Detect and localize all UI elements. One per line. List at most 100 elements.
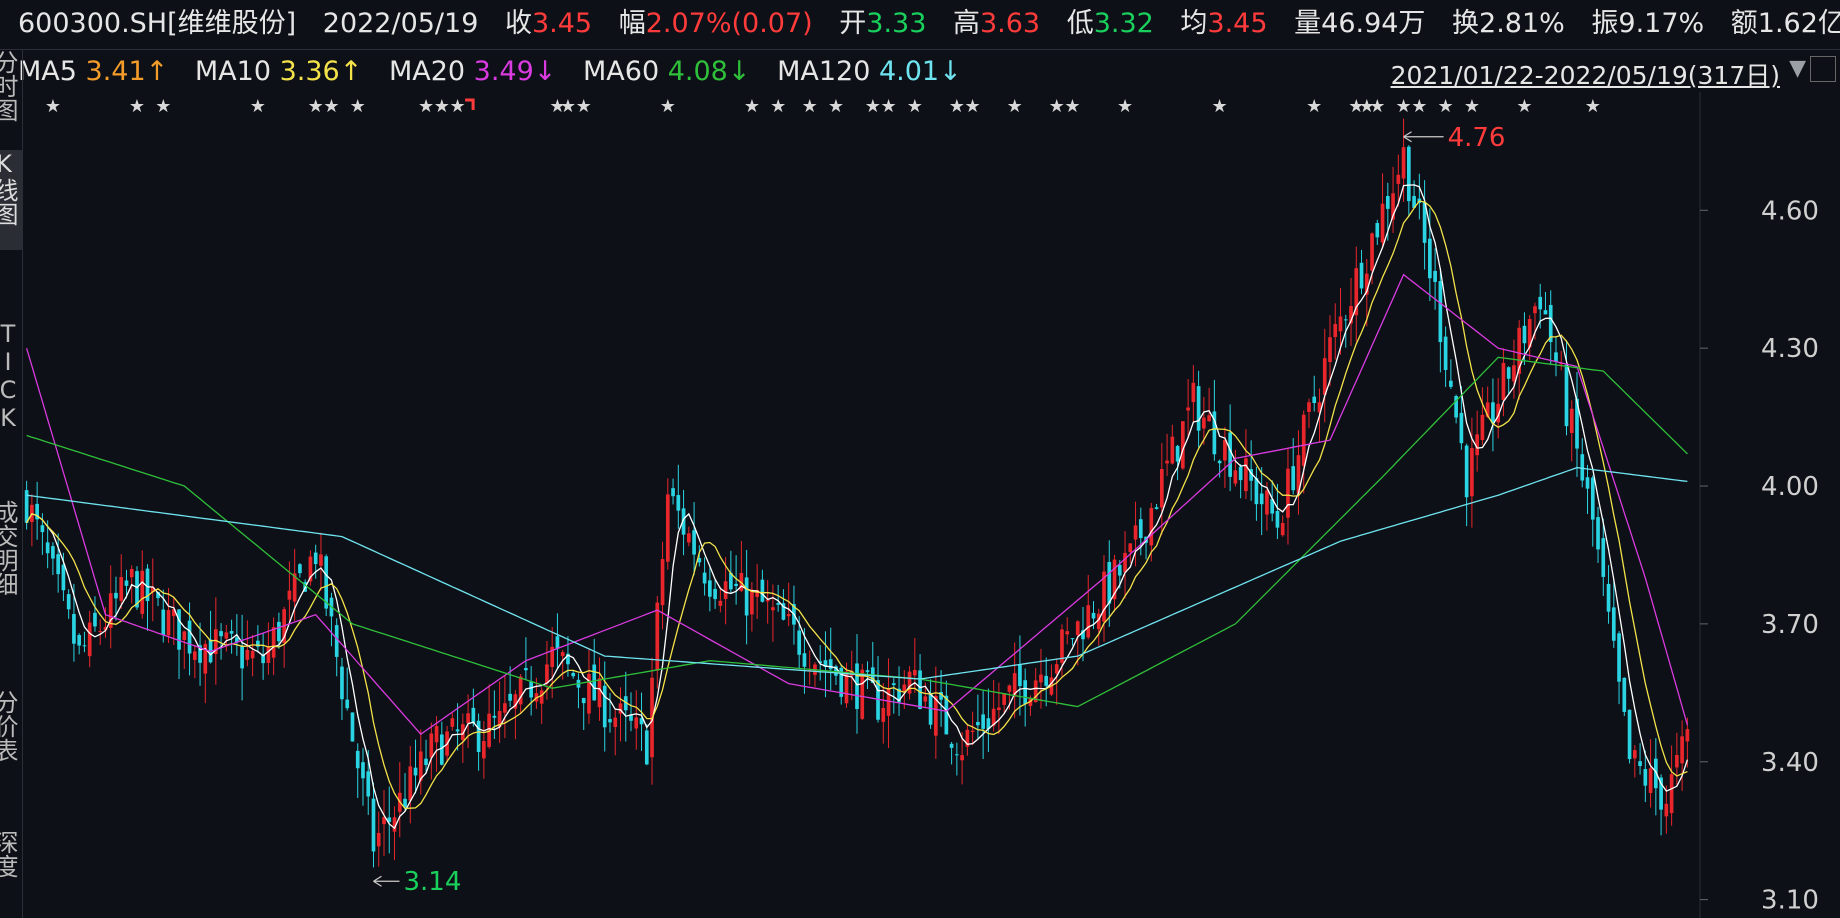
candle-body xyxy=(1611,607,1616,641)
candle-body xyxy=(976,722,980,726)
candle-body xyxy=(1075,621,1080,636)
candle-body xyxy=(886,688,891,716)
candle-body xyxy=(734,583,738,587)
candle-body xyxy=(1280,523,1285,536)
y-tick-label: 3.40 xyxy=(1761,748,1819,778)
candle-body xyxy=(1217,460,1222,464)
candle-body xyxy=(1091,612,1096,619)
candle-body xyxy=(371,798,376,852)
candle-body xyxy=(828,659,833,670)
star-marker: ★ xyxy=(45,96,61,117)
star-marker: ★ xyxy=(434,96,450,117)
candle-body xyxy=(1480,414,1485,441)
candle-body xyxy=(1627,709,1632,760)
candle-body xyxy=(1590,477,1595,520)
star-marker: ★ xyxy=(880,96,896,117)
candle-body xyxy=(592,664,597,701)
candle-body xyxy=(1564,364,1569,427)
candle-body xyxy=(1606,583,1611,612)
candle-body xyxy=(1002,693,1006,705)
star-marker: ★ xyxy=(576,96,592,117)
candle-body xyxy=(1286,468,1290,518)
candle-body xyxy=(539,690,544,704)
candle-body xyxy=(1643,769,1648,786)
candle-body xyxy=(1181,421,1185,469)
candle-body xyxy=(1512,365,1516,382)
candle-body xyxy=(571,672,576,677)
candle-body xyxy=(1254,478,1259,505)
candle-body xyxy=(82,645,87,647)
candle-body xyxy=(597,678,602,708)
candle-body xyxy=(345,699,350,709)
candle-body xyxy=(1680,736,1684,764)
candle-body xyxy=(1023,680,1028,705)
candle-body xyxy=(476,720,481,753)
candle-body xyxy=(119,577,124,601)
candle-body xyxy=(1401,147,1406,179)
candle-body xyxy=(129,568,134,578)
star-marker: ★ xyxy=(1117,96,1133,117)
candle-body xyxy=(1107,562,1112,604)
candle-body xyxy=(1459,412,1464,444)
candle-body xyxy=(1396,174,1401,184)
candle-body xyxy=(114,592,118,599)
candle-body xyxy=(634,717,639,729)
flag-marker xyxy=(465,98,475,110)
candle-body xyxy=(1065,631,1070,635)
candle-body xyxy=(1291,466,1296,491)
kline-chart[interactable]: 4.604.304.003.703.403.10 ★ ★ ★ ★ ★ ★ ★ ★ ★ ★ ★★ ★ ★ ★… xyxy=(0,0,1840,918)
candle-body xyxy=(93,612,97,627)
candle-body xyxy=(1322,358,1327,395)
star-marker: ★ xyxy=(350,96,366,117)
candle-body xyxy=(560,652,565,657)
candle-body xyxy=(997,707,1001,711)
candle-body xyxy=(1533,306,1537,314)
candle-body xyxy=(424,758,428,766)
candle-body xyxy=(944,695,949,735)
candle-body xyxy=(1622,677,1627,712)
star-marker: ★ xyxy=(1585,96,1601,117)
candle-body xyxy=(408,766,413,801)
candle-body xyxy=(298,564,302,574)
candle-body xyxy=(923,696,928,702)
candle-body xyxy=(287,590,292,600)
star-marker: ★ xyxy=(1396,96,1412,117)
candle-body xyxy=(1470,448,1474,497)
star-marker: ★ xyxy=(949,96,965,117)
candle-body xyxy=(1170,436,1175,464)
candle-body xyxy=(355,750,360,769)
candle-body xyxy=(271,627,276,658)
star-marker: ★ xyxy=(828,96,844,117)
candle-body xyxy=(1506,367,1511,379)
candle-body xyxy=(72,614,76,644)
y-tick-label: 4.30 xyxy=(1761,334,1819,364)
candle-body xyxy=(1307,402,1311,412)
candle-body xyxy=(1018,664,1022,687)
candle-body xyxy=(529,681,533,698)
candle-body xyxy=(802,653,807,667)
candle-body xyxy=(744,577,749,616)
candle-body xyxy=(51,546,55,559)
candle-body xyxy=(1123,552,1127,573)
star-marker: ★ xyxy=(250,96,266,117)
high-price-label: 4.76 xyxy=(1448,123,1506,153)
candle-body xyxy=(686,533,691,543)
candle-body xyxy=(1538,296,1543,310)
candle-body xyxy=(949,743,954,748)
candle-body xyxy=(56,554,61,575)
candle-body xyxy=(224,632,229,639)
star-marker: ★ xyxy=(1369,96,1385,117)
candle-body xyxy=(1117,564,1122,576)
candle-body xyxy=(429,733,434,758)
candle-body xyxy=(313,552,318,565)
candle-body xyxy=(955,754,959,756)
candle-body xyxy=(1370,233,1374,271)
candle-body xyxy=(187,620,192,654)
candle-body xyxy=(629,715,633,721)
candle-body xyxy=(40,525,45,533)
candle-body xyxy=(1585,477,1590,489)
candle-body xyxy=(319,554,323,566)
candle-body xyxy=(1522,325,1527,344)
candle-body xyxy=(376,832,381,847)
candle-body xyxy=(1196,386,1201,431)
